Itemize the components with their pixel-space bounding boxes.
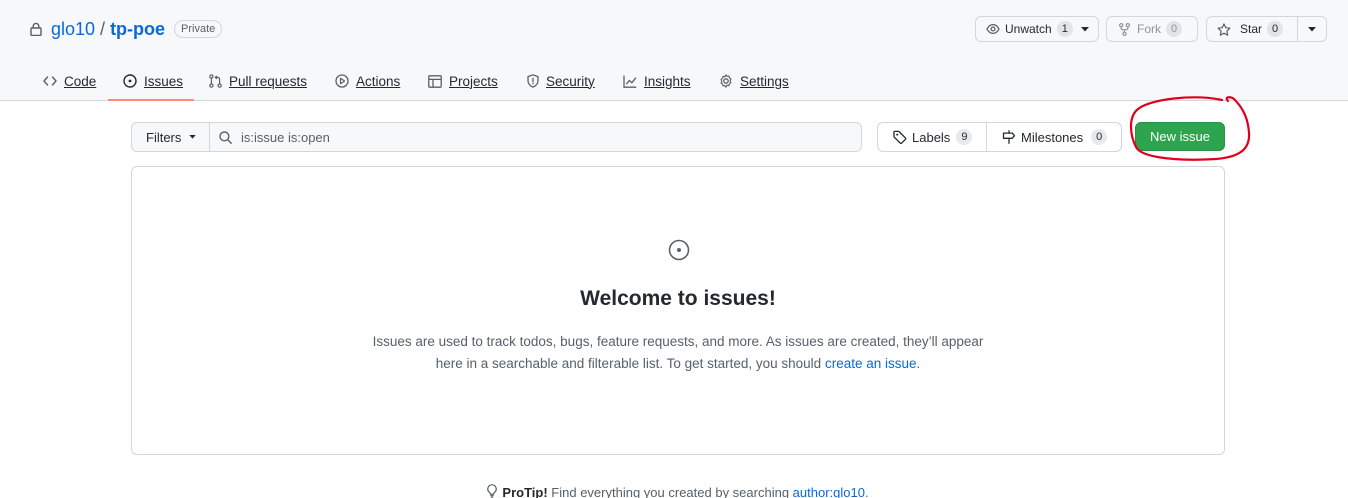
tab-settings-label: Settings — [740, 73, 789, 89]
star-label: Star — [1240, 22, 1263, 36]
filters-label: Filters — [146, 129, 182, 145]
tab-code[interactable]: Code — [43, 62, 96, 100]
issues-filter-bar: Filters is:issue is:open — [131, 122, 862, 152]
tab-projects[interactable]: Projects — [428, 62, 498, 100]
star-button-group: Star 0 — [1206, 16, 1327, 42]
tab-code-label: Code — [64, 73, 97, 89]
search-icon — [219, 130, 232, 144]
new-issue-button[interactable]: New issue — [1135, 122, 1225, 151]
repo-forked-icon — [1119, 22, 1130, 36]
milestone-icon — [1002, 130, 1016, 144]
blankslate-text: Issues are used to track todos, bugs, fe… — [362, 331, 994, 375]
issue-opened-icon — [668, 239, 690, 264]
shield-icon — [527, 74, 539, 88]
play-icon — [335, 74, 349, 88]
star-count: 0 — [1267, 21, 1284, 37]
selected-tab-indicator — [108, 99, 194, 101]
watch-count: 1 — [1056, 21, 1073, 37]
code-icon — [43, 76, 57, 86]
fork-button[interactable]: Fork 0 — [1106, 16, 1198, 42]
star-button[interactable]: Star 0 — [1207, 17, 1297, 41]
star-icon — [1217, 22, 1231, 36]
repo-name-link[interactable]: tp-poe — [110, 19, 165, 40]
tab-insights-label: Insights — [644, 73, 691, 89]
search-query-value: is:issue is:open — [241, 129, 330, 145]
issues-search-input[interactable]: is:issue is:open — [210, 123, 861, 151]
chevron-down-icon — [1080, 26, 1089, 32]
fork-count: 0 — [1166, 21, 1183, 37]
filters-dropdown[interactable]: Filters — [132, 123, 210, 151]
eye-icon — [986, 23, 1000, 35]
gear-icon — [719, 74, 733, 88]
unwatch-label: Unwatch — [1005, 22, 1052, 36]
labels-count: 9 — [956, 129, 973, 145]
issue-opened-icon — [123, 74, 137, 88]
tab-pull-requests[interactable]: Pull requests — [209, 62, 307, 100]
milestones-button[interactable]: Milestones 0 — [987, 123, 1121, 151]
star-list-dropdown[interactable] — [1298, 17, 1324, 41]
table-icon — [428, 74, 442, 88]
protip-text-end: . — [864, 485, 869, 498]
tab-settings[interactable]: Settings — [719, 62, 789, 100]
issues-blankslate: Welcome to issues! Issues are used to tr… — [131, 166, 1225, 455]
labels-label: Labels — [912, 129, 951, 145]
tab-issues[interactable]: Issues — [123, 62, 183, 100]
tab-security[interactable]: Security — [527, 62, 595, 100]
tab-projects-label: Projects — [449, 73, 498, 89]
unwatch-button[interactable]: Unwatch 1 — [975, 16, 1099, 42]
protip-label: ProTip! — [502, 485, 548, 498]
protip: ProTip! Find everything you created by s… — [0, 484, 1348, 498]
chevron-down-icon — [189, 135, 197, 139]
repo-title: glo10 / tp-poe Private — [30, 17, 223, 41]
tab-insights[interactable]: Insights — [623, 62, 691, 100]
labels-button[interactable]: Labels 9 — [878, 123, 986, 151]
milestones-label: Milestones — [1021, 129, 1084, 145]
tab-security-label: Security — [546, 73, 595, 89]
visibility-badge: Private — [174, 20, 223, 38]
protip-text: Find everything you created by searching — [547, 485, 793, 498]
tab-actions[interactable]: Actions — [335, 62, 400, 100]
light-bulb-icon — [487, 484, 498, 498]
author-search-link[interactable]: author:glo10 — [793, 485, 865, 498]
graph-icon — [623, 75, 637, 88]
blankslate-title: Welcome to issues! — [580, 287, 776, 310]
repo-owner-link[interactable]: glo10 — [51, 19, 95, 40]
repo-header: glo10 / tp-poe Private Unwatch 1 Fork 0 — [0, 0, 1348, 101]
git-pull-request-icon — [209, 74, 222, 88]
tag-icon — [893, 130, 907, 144]
create-issue-link[interactable]: create an issue — [825, 356, 917, 371]
milestones-count: 0 — [1091, 129, 1108, 145]
labels-milestones-group: Labels 9 Milestones 0 — [877, 122, 1122, 152]
chevron-down-icon — [1308, 26, 1316, 32]
lock-icon — [30, 21, 44, 37]
fork-label: Fork — [1137, 22, 1161, 36]
tab-issues-label: Issues — [144, 73, 184, 89]
tab-pull-requests-label: Pull requests — [229, 73, 308, 89]
tab-actions-label: Actions — [356, 73, 401, 89]
blankslate-text-end: . — [916, 356, 921, 371]
repo-separator: / — [100, 18, 106, 39]
